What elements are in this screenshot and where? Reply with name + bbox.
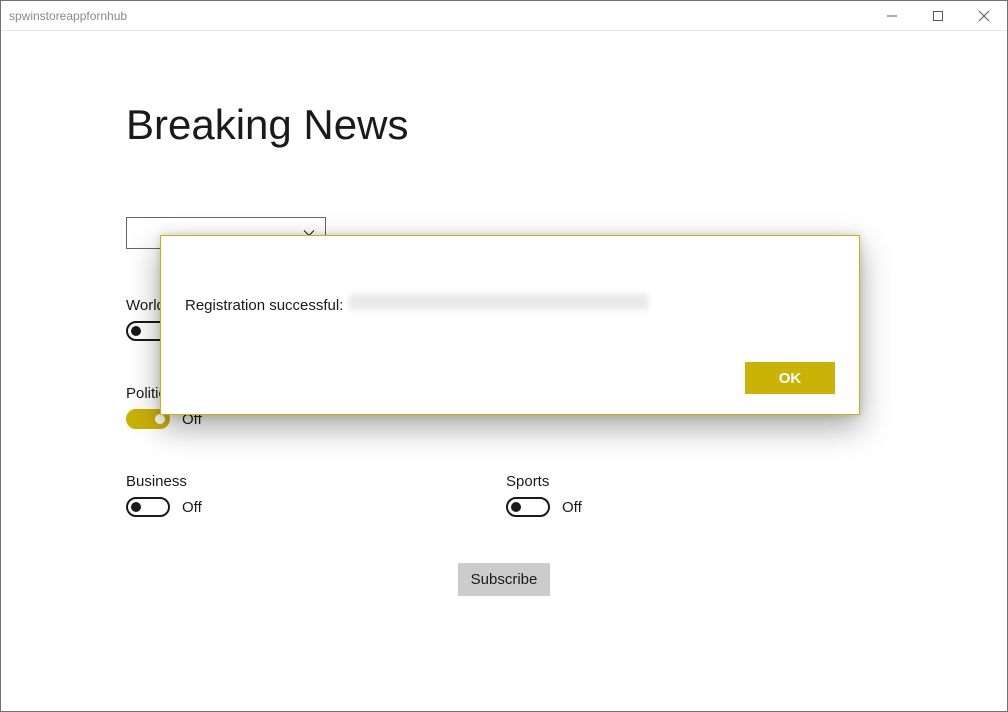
window-controls bbox=[869, 1, 1007, 30]
dialog-text: Registration successful: bbox=[185, 297, 343, 314]
toggle-label: Sports bbox=[506, 473, 882, 490]
close-icon bbox=[978, 10, 990, 22]
registration-dialog: Registration successful: OK bbox=[160, 235, 860, 415]
toggle-state: Off bbox=[182, 499, 202, 516]
titlebar: spwinstoreappfornhub bbox=[1, 1, 1007, 31]
ok-button[interactable]: OK bbox=[745, 362, 835, 394]
toggle-state: Off bbox=[562, 499, 582, 516]
dialog-redacted-value bbox=[349, 294, 649, 310]
dialog-buttons: OK bbox=[185, 362, 835, 394]
minimize-icon bbox=[886, 10, 898, 22]
toggle-sports: Sports Off bbox=[506, 473, 882, 517]
toggle-switch-sports[interactable] bbox=[506, 497, 550, 517]
window-title: spwinstoreappfornhub bbox=[9, 9, 127, 23]
subscribe-button[interactable]: Subscribe bbox=[458, 563, 551, 596]
close-button[interactable] bbox=[961, 1, 1007, 30]
toggle-business: Business Off bbox=[126, 473, 506, 517]
minimize-button[interactable] bbox=[869, 1, 915, 30]
maximize-button[interactable] bbox=[915, 1, 961, 30]
toggle-switch-business[interactable] bbox=[126, 497, 170, 517]
subscribe-wrap: Subscribe bbox=[126, 563, 882, 596]
dialog-message: Registration successful: bbox=[185, 294, 835, 314]
page-title: Breaking News bbox=[126, 101, 882, 149]
toggle-label: Business bbox=[126, 473, 506, 490]
maximize-icon bbox=[932, 10, 944, 22]
